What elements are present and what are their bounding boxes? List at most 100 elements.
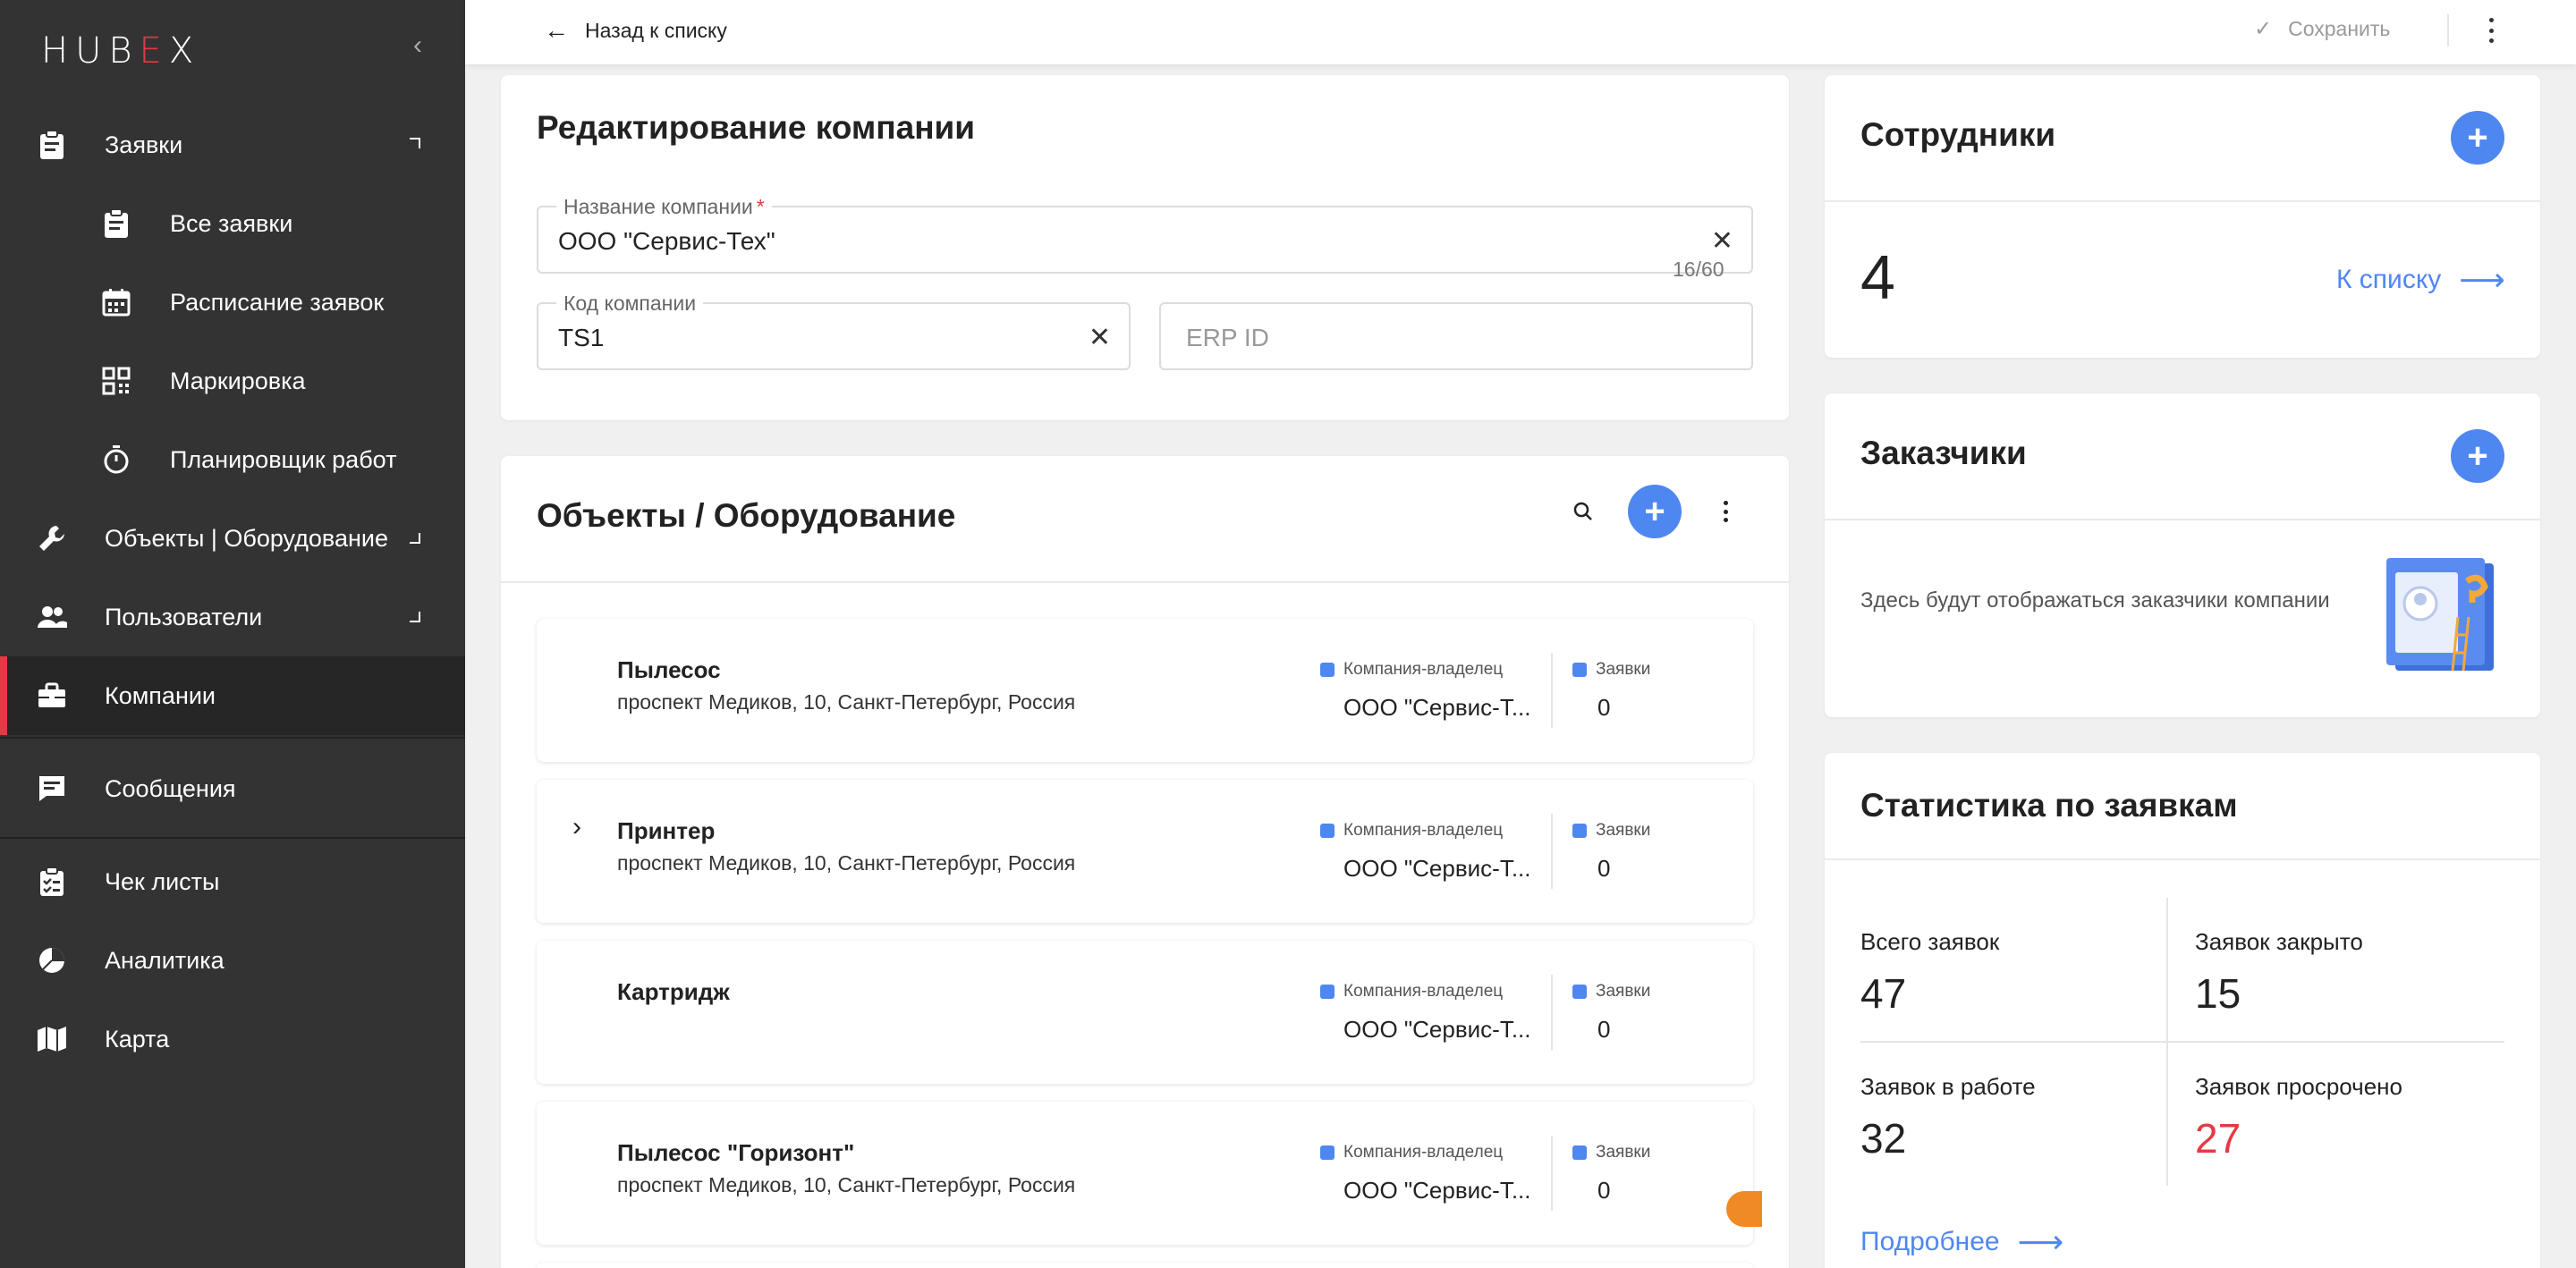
check-icon: ✓ bbox=[2254, 17, 2273, 41]
collapse-sidebar-icon[interactable]: ‹ bbox=[413, 32, 431, 59]
stats-horizontal-divider bbox=[1860, 1041, 2504, 1043]
arrow-right-icon: ⟶ bbox=[2017, 1223, 2064, 1260]
clipboard-icon bbox=[1572, 824, 1587, 838]
stat-total-value: 47 bbox=[1860, 970, 1907, 1017]
briefcase-icon bbox=[1320, 663, 1335, 677]
requests-value: 0 bbox=[1597, 1016, 1611, 1043]
stat-overdue-value: 27 bbox=[2195, 1115, 2241, 1162]
edit-company-card: Редактирование компании Название компани… bbox=[501, 75, 1789, 420]
owner-label: Компания-владелец bbox=[1320, 821, 1503, 841]
owner-value: ООО "Сервис-Т... bbox=[1343, 694, 1531, 721]
sidebar-item-label: Все заявки bbox=[170, 209, 293, 237]
clipboard-icon bbox=[1572, 985, 1587, 999]
back-to-list-button[interactable]: ← Назад к списку bbox=[544, 16, 727, 45]
stats-title: Статистика по заявкам bbox=[1860, 787, 2238, 824]
requests-value: 0 bbox=[1597, 855, 1611, 882]
map-icon bbox=[36, 1023, 68, 1055]
sidebar-item-label: Расписание заявок bbox=[170, 288, 385, 316]
company-name-label: Название компании * bbox=[556, 195, 772, 219]
chevron-down-icon bbox=[410, 612, 420, 622]
header-divider bbox=[501, 581, 1789, 583]
briefcase-icon bbox=[1320, 985, 1335, 999]
owner-value: ООО "Сервис-Т... bbox=[1343, 1016, 1531, 1043]
company-name-value[interactable]: ООО "Сервис-Тех" bbox=[558, 227, 775, 256]
add-object-button[interactable]: + bbox=[1628, 485, 1682, 538]
chevron-down-icon bbox=[410, 533, 420, 544]
empty-state-illustration bbox=[2368, 554, 2503, 680]
requests-label: Заявки bbox=[1572, 660, 1650, 680]
more-options-icon[interactable] bbox=[2487, 18, 2496, 43]
chevron-right-icon[interactable]: › bbox=[572, 812, 581, 842]
clear-icon[interactable]: ✕ bbox=[1089, 322, 1111, 353]
header-divider bbox=[1825, 858, 2540, 860]
clipboard-icon bbox=[1572, 663, 1587, 677]
pie-chart-icon bbox=[36, 944, 68, 976]
clear-icon[interactable]: ✕ bbox=[1711, 225, 1733, 257]
sidebar-item-work-planner[interactable]: Планировщик работ bbox=[0, 420, 465, 499]
sidebar-item-objects[interactable]: Объекты | Оборудование bbox=[0, 499, 465, 578]
stat-overdue-label: Заявок просрочено bbox=[2195, 1073, 2402, 1100]
more-options-icon[interactable] bbox=[1721, 501, 1730, 522]
logo[interactable]: HUBEX bbox=[41, 30, 200, 72]
company-code-value[interactable]: TS1 bbox=[558, 324, 604, 352]
search-icon[interactable] bbox=[1572, 501, 1594, 527]
arrow-right-icon: ⟶ bbox=[2459, 261, 2505, 298]
object-row[interactable]: › Принтер проспект Медиков, 10, Санкт-Пе… bbox=[537, 780, 1753, 923]
sidebar-item-companies[interactable]: Компании bbox=[0, 656, 465, 735]
calendar-icon bbox=[100, 286, 132, 318]
object-address: проспект Медиков, 10, Санкт-Петербург, Р… bbox=[617, 851, 1076, 875]
sidebar-item-analytics[interactable]: Аналитика bbox=[0, 921, 465, 1000]
object-row[interactable]: Картридж Компания-владелец ООО "Сервис-Т… bbox=[537, 941, 1753, 1084]
feedback-widget-icon[interactable] bbox=[1726, 1191, 1762, 1227]
checklist-icon bbox=[36, 866, 68, 898]
edit-company-title: Редактирование компании bbox=[537, 109, 976, 146]
sidebar-item-map[interactable]: Карта bbox=[0, 1000, 465, 1078]
sidebar-item-all-requests[interactable]: Все заявки bbox=[0, 184, 465, 263]
employees-count: 4 bbox=[1860, 242, 1895, 312]
sidebar-item-schedule[interactable]: Расписание заявок bbox=[0, 263, 465, 342]
add-employee-button[interactable]: + bbox=[2451, 111, 2504, 165]
logo-text-accent: E bbox=[139, 30, 169, 72]
request-stats-card: Статистика по заявкам Всего заявок 47 За… bbox=[1825, 753, 2540, 1268]
sidebar-item-label: Заявки bbox=[105, 131, 183, 158]
stat-total-label: Всего заявок bbox=[1860, 928, 2000, 955]
column-divider bbox=[1551, 814, 1553, 889]
objects-card: Объекты / Оборудование + Пылесос проспек… bbox=[501, 456, 1789, 1268]
save-button[interactable]: ✓ Сохранить bbox=[2254, 16, 2390, 42]
header-divider bbox=[1825, 519, 2540, 520]
owner-label: Компания-владелец bbox=[1320, 660, 1503, 680]
briefcase-icon bbox=[36, 680, 68, 712]
sidebar-item-label: Аналитика bbox=[105, 946, 225, 974]
sidebar-item-requests[interactable]: Заявки bbox=[0, 106, 465, 184]
column-divider bbox=[1551, 975, 1553, 1050]
employees-link-label: К списку bbox=[2336, 265, 2442, 294]
stats-more-link[interactable]: Подробнее ⟶ bbox=[1860, 1223, 2063, 1261]
erp-id-field[interactable]: ERP ID bbox=[1159, 302, 1753, 370]
stat-closed-value: 15 bbox=[2195, 970, 2241, 1017]
object-row[interactable]: Пылесос проспект Медиков, 10, Санкт-Пете… bbox=[537, 619, 1753, 762]
sidebar-item-messages[interactable]: Сообщения bbox=[0, 749, 465, 828]
object-row[interactable]: Пылесос "Горизонт" проспект Медиков, 10,… bbox=[537, 1102, 1762, 1245]
sidebar-item-users[interactable]: Пользователи bbox=[0, 578, 465, 656]
employees-list-link[interactable]: К списку ⟶ bbox=[2336, 261, 2505, 299]
employees-card: Сотрудники + 4 К списку ⟶ bbox=[1825, 75, 2540, 358]
company-code-field[interactable]: Код компании TS1 ✕ bbox=[537, 292, 1131, 370]
object-name: Пылесос "Горизонт" bbox=[617, 1139, 855, 1166]
save-label: Сохранить bbox=[2288, 17, 2391, 40]
add-customer-button[interactable]: + bbox=[2451, 429, 2504, 483]
requests-value: 0 bbox=[1597, 1177, 1611, 1204]
object-row[interactable] bbox=[537, 1263, 1753, 1268]
sidebar-item-marking[interactable]: Маркировка bbox=[0, 342, 465, 420]
sidebar: HUBEX ‹ Заявки Все заявки Расписание зая… bbox=[0, 0, 465, 1268]
arrow-left-icon: ← bbox=[544, 16, 569, 44]
object-name: Принтер bbox=[617, 817, 716, 844]
more-link-label: Подробнее bbox=[1860, 1227, 2000, 1256]
sidebar-item-checklists[interactable]: Чек листы bbox=[0, 842, 465, 921]
stat-in-work-label: Заявок в работе bbox=[1860, 1073, 2036, 1100]
stat-in-work-value: 32 bbox=[1860, 1115, 1907, 1162]
logo-row: HUBEX ‹ bbox=[0, 0, 465, 98]
company-name-field[interactable]: Название компании * ООО "Сервис-Тех" ✕ bbox=[537, 195, 1753, 274]
customers-card: Заказчики + Здесь будут отображаться зак… bbox=[1825, 393, 2540, 717]
clipboard-icon bbox=[1572, 1145, 1587, 1160]
requests-label: Заявки bbox=[1572, 1143, 1650, 1162]
